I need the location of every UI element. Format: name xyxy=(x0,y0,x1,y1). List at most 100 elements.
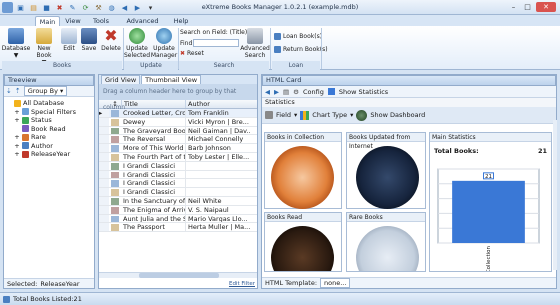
collapse-icon[interactable]: ⇡ xyxy=(15,87,21,95)
row-selector[interactable] xyxy=(99,223,109,232)
tree-expander-icon[interactable]: + xyxy=(14,133,20,142)
table-row[interactable]: The Reversal Michael Connelly xyxy=(99,135,257,145)
table-row[interactable]: More of This World ... Barb Johnson xyxy=(99,144,257,153)
chart-type-arrow-icon: ▾ xyxy=(350,111,354,119)
search-input[interactable] xyxy=(193,39,239,47)
tree-item[interactable]: + Special Filters xyxy=(6,108,94,117)
row-selector[interactable] xyxy=(99,152,109,161)
tree-item[interactable]: + Rare xyxy=(6,133,94,142)
tree-item[interactable]: + ReleaseYear xyxy=(6,150,94,159)
tab-main[interactable]: Main xyxy=(35,16,60,26)
row-selector[interactable] xyxy=(99,161,109,170)
scroll-thumb[interactable] xyxy=(139,273,219,278)
chart-type-dropdown[interactable]: Chart Type xyxy=(312,111,347,119)
cell-author xyxy=(185,188,251,196)
table-row[interactable]: The Enigma of ArrivalV. S. Naipaul xyxy=(99,205,257,215)
table-row[interactable]: The Passport Herta Muller | Ma... xyxy=(99,223,257,233)
table-row[interactable]: ▸ Crooked Letter, Cro...Tom Franklin xyxy=(99,109,257,118)
edit-filter-link[interactable]: Edit Filter xyxy=(229,281,255,287)
tab-help[interactable]: Help xyxy=(172,16,190,26)
maximize-icon[interactable]: □ xyxy=(522,2,533,12)
minimize-icon[interactable]: – xyxy=(508,2,519,12)
row-selector[interactable] xyxy=(99,196,109,205)
cell-title: The Graveyard Book xyxy=(123,126,185,135)
tree-item[interactable]: All Database xyxy=(6,99,94,108)
table-row[interactable]: In the Sanctuary of ...Neil White xyxy=(99,196,257,206)
tab-view[interactable]: View xyxy=(63,16,83,26)
row-selector[interactable]: ▸ xyxy=(99,109,109,117)
loan-books-button[interactable]: Loan Book(s) xyxy=(274,33,322,40)
return-books-button[interactable]: Return Book(s) xyxy=(274,46,328,53)
close-icon[interactable]: ✕ xyxy=(536,2,556,12)
grid-panel: Grid View Thumbnail View Drag a column h… xyxy=(98,74,258,289)
cell-title: I Grandi Classici xyxy=(123,179,176,188)
tree-item[interactable]: Book Read xyxy=(6,125,94,134)
row-selector[interactable] xyxy=(99,170,109,179)
cell-author: Neil White xyxy=(185,196,251,205)
show-statistics-button[interactable]: Show Statistics xyxy=(339,88,388,96)
table-row[interactable]: I Grandi Classici xyxy=(99,188,257,197)
card-title: Books Updated from Internet xyxy=(347,133,425,150)
html-card-toolbar: ◀ ▶ ▤ ⚙ Config Show Statistics xyxy=(262,86,556,98)
table-row[interactable]: The Graveyard Book Neil Gaiman | Dav... xyxy=(99,126,257,136)
row-selector[interactable] xyxy=(99,144,109,152)
database-button[interactable]: Database ▼ xyxy=(2,28,30,59)
sort-icon[interactable]: ↕ xyxy=(109,100,121,108)
ribbon-separator xyxy=(270,28,271,69)
print-icon[interactable]: ▤ xyxy=(283,88,289,96)
horizontal-scrollbar[interactable] xyxy=(99,272,257,278)
reset-button[interactable]: ✖ Reset xyxy=(180,50,204,57)
column-header-title[interactable]: Title xyxy=(121,100,185,108)
group-by-dropdown[interactable]: Group By ▾ xyxy=(23,86,68,96)
edit-button[interactable]: Edit xyxy=(60,28,78,52)
tree-expander-icon[interactable]: + xyxy=(14,116,20,125)
tree-item-label: Special Filters xyxy=(31,107,76,116)
config-button[interactable]: Config xyxy=(303,88,324,96)
forward-arrow-icon[interactable]: ▶ xyxy=(274,88,279,96)
update-selected-button[interactable]: Update Selected xyxy=(124,28,150,59)
row-selector[interactable] xyxy=(99,126,109,135)
tree-expander-icon[interactable]: + xyxy=(14,108,20,117)
table-row[interactable]: I Grandi Classici xyxy=(99,170,257,180)
table-row[interactable]: I Grandi Classici xyxy=(99,179,257,189)
row-selector[interactable] xyxy=(99,179,109,188)
table-row[interactable]: I Grandi Classici xyxy=(99,161,257,171)
selected-bar: Selected: ReleaseYear xyxy=(4,278,94,288)
row-selector[interactable] xyxy=(99,188,109,196)
table-row[interactable]: Dewey Vicki Myron | Bre... xyxy=(99,117,257,127)
card-books-in-collection: Books in Collection xyxy=(264,132,342,209)
tab-tools[interactable]: Tools xyxy=(90,16,112,26)
category-label: In Collection xyxy=(486,245,492,271)
vertical-scrollbar[interactable] xyxy=(553,120,557,270)
update-manager-button[interactable]: Update Manager xyxy=(151,28,177,59)
template-dropdown[interactable]: none... xyxy=(320,278,351,288)
advanced-search-button[interactable]: Advanced Search xyxy=(240,28,270,59)
column-header-author[interactable]: Author xyxy=(185,100,251,108)
save-button[interactable]: Save xyxy=(80,28,98,52)
delete-button[interactable]: ✖ Delete xyxy=(100,28,122,53)
field-dropdown[interactable]: Field xyxy=(276,111,291,119)
folder-icon xyxy=(22,142,29,150)
tree-expander-icon[interactable]: + xyxy=(14,142,20,151)
expand-icon[interactable]: ⇣ xyxy=(6,87,12,95)
selected-value: ReleaseYear xyxy=(40,279,80,288)
show-dashboard-button[interactable]: Show Dashboard xyxy=(370,111,425,119)
row-selector[interactable] xyxy=(99,214,109,223)
row-selector[interactable] xyxy=(99,135,109,144)
tree-expander-icon[interactable]: + xyxy=(14,150,20,159)
tab-thumbnail-view[interactable]: Thumbnail View xyxy=(141,75,202,84)
statistics-toolbar: Field ▾ Chart Type ▾ Show Dashboard xyxy=(262,107,556,124)
tree-item[interactable]: + Status xyxy=(6,116,94,125)
back-arrow-icon[interactable]: ◀ xyxy=(265,88,270,96)
table-row[interactable]: Aunt Julia and the S...Mario Vargas Llo.… xyxy=(99,214,257,224)
grid-tabs: Grid View Thumbnail View xyxy=(99,75,257,84)
cell-author: Tom Franklin xyxy=(185,109,251,117)
tab-grid-view[interactable]: Grid View xyxy=(101,75,141,84)
table-row[interactable]: The Fourth Part of t...Toby Lester | Ell… xyxy=(99,152,257,162)
row-selector[interactable] xyxy=(99,205,109,214)
new-book-icon xyxy=(36,28,52,44)
tree-item[interactable]: + Author xyxy=(6,142,94,151)
tab-advanced-tools[interactable]: Advanced Tools xyxy=(120,16,165,35)
row-selector[interactable] xyxy=(99,117,109,126)
update-manager-icon xyxy=(156,28,172,44)
